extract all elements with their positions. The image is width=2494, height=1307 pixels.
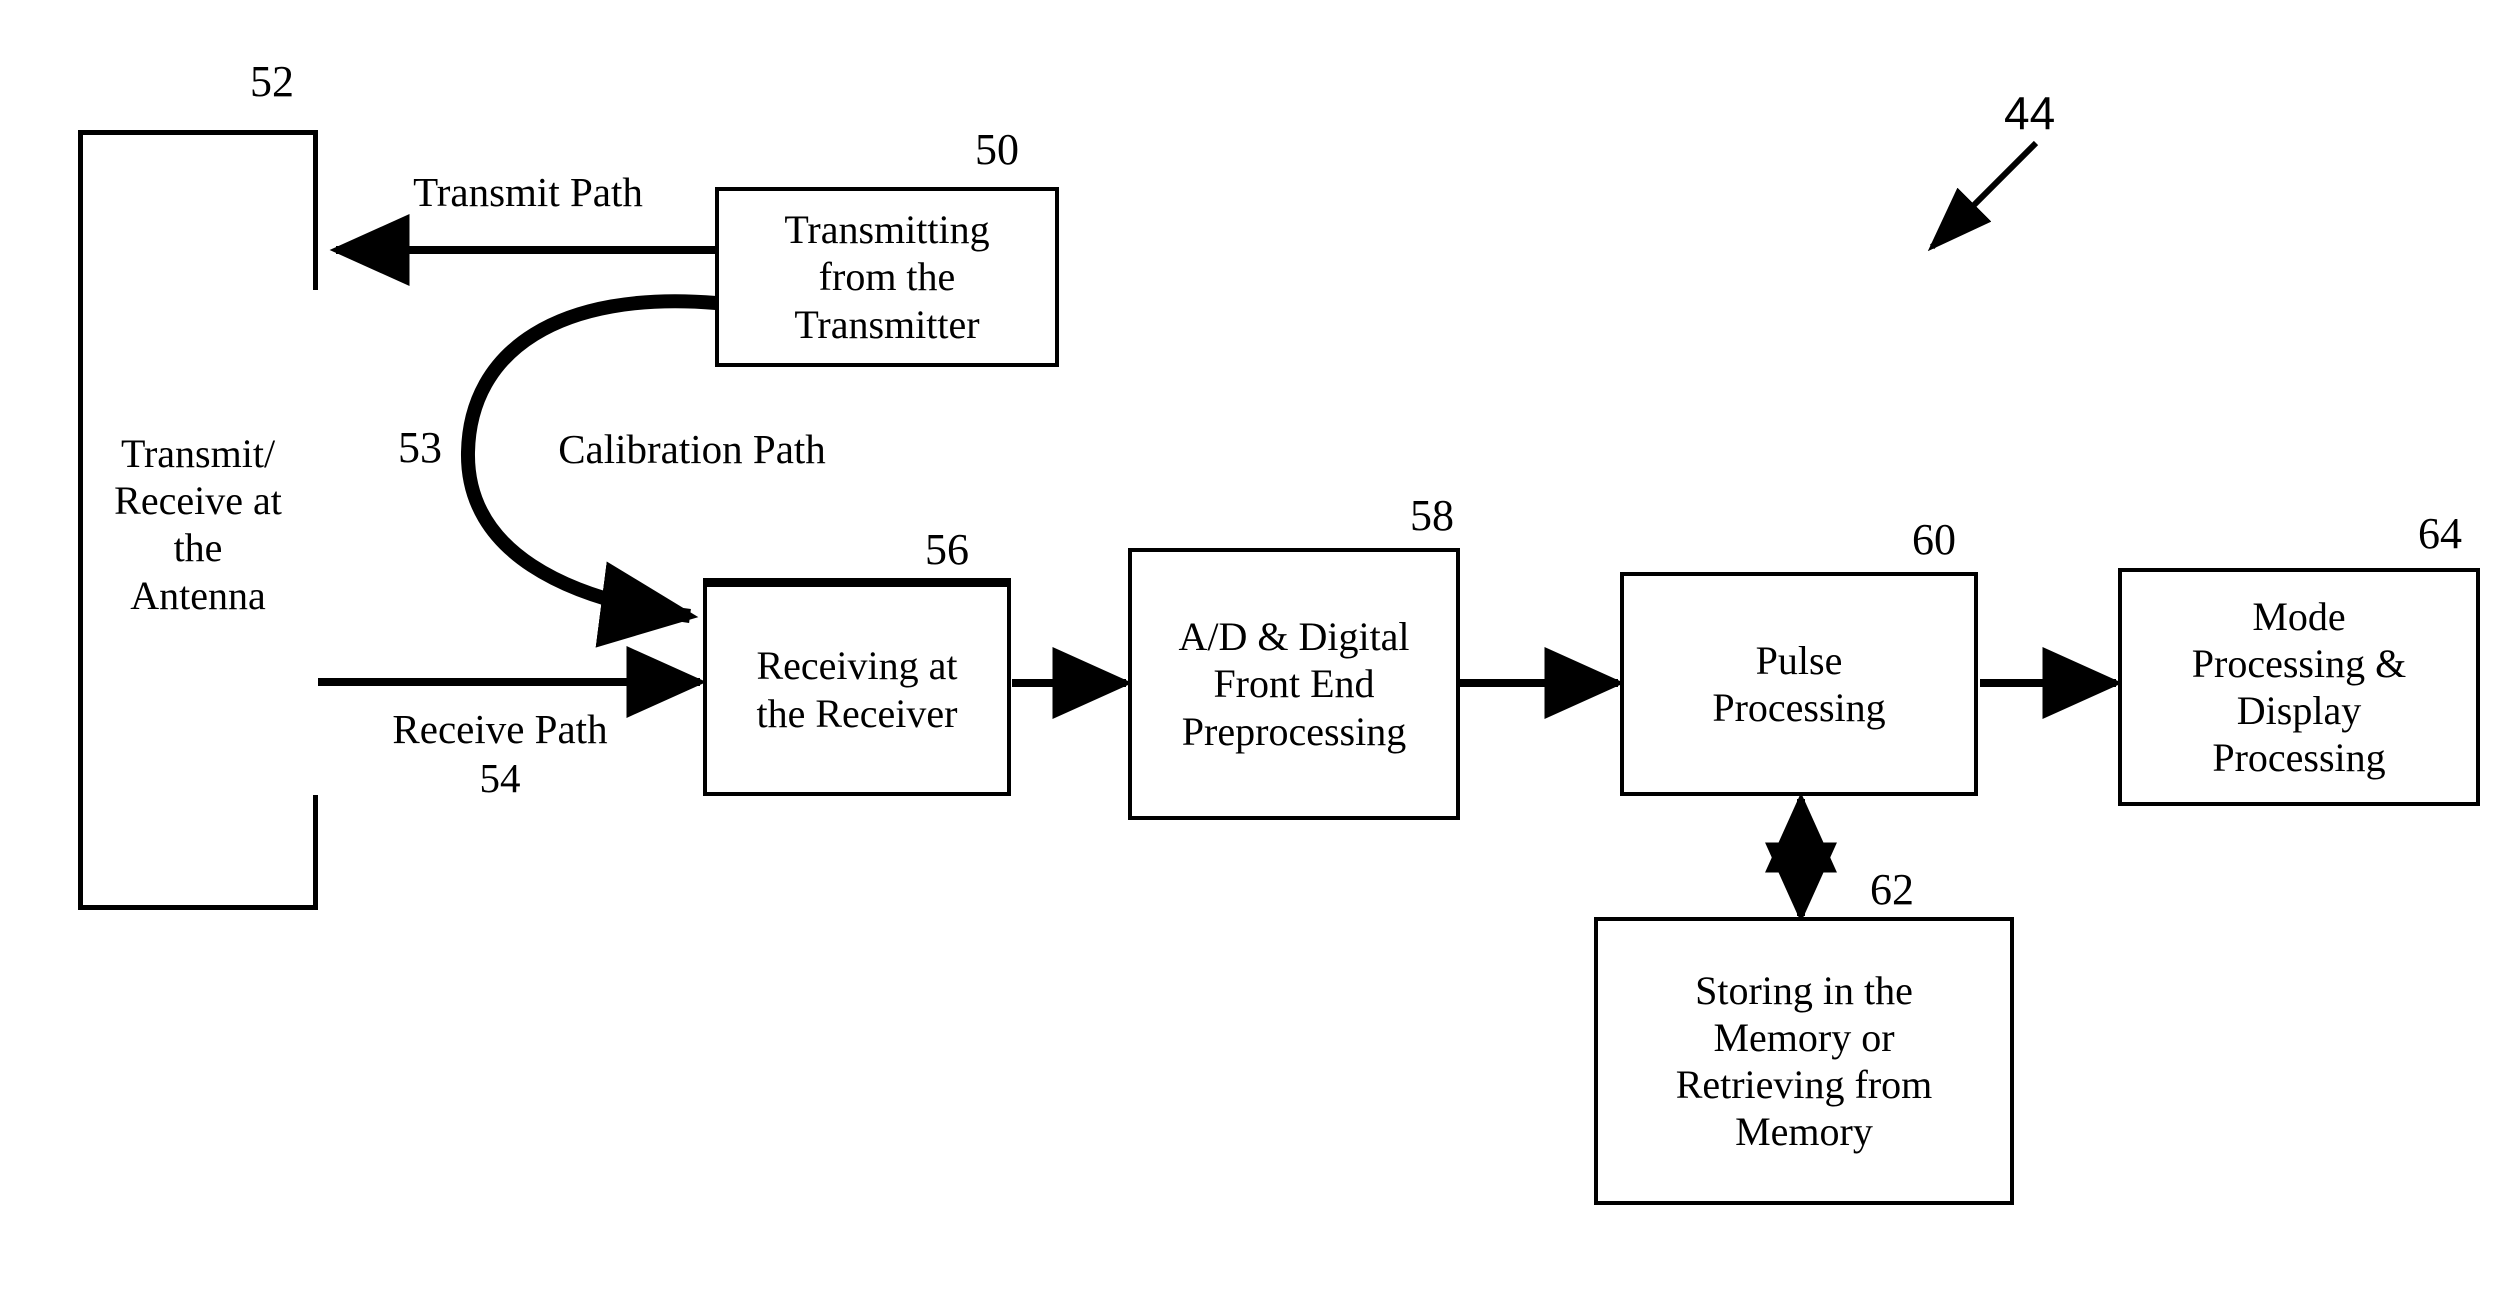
antenna-box-bottom-edge xyxy=(78,905,318,910)
node-adc[interactable]: A/D & Digital Front End Preprocessing xyxy=(1128,548,1460,820)
antenna-box-right-edge-upper xyxy=(313,130,318,290)
ref-number-53: 53 xyxy=(398,423,442,472)
node-adc-label: A/D & Digital Front End Preprocessing xyxy=(1178,614,1410,754)
receive-path-label: Receive Path 54 xyxy=(392,706,608,802)
ref-number-56: 56 xyxy=(925,525,969,574)
node-transmitter-label: Transmitting from the Transmitter xyxy=(784,207,990,347)
node-mode-processing-label: Mode Processing & Display Processing xyxy=(2191,593,2407,781)
transmit-path-label: Transmit Path xyxy=(413,169,643,215)
ref-number-62: 62 xyxy=(1870,865,1914,914)
node-receiver-label: Receiving at the Receiver xyxy=(756,643,958,736)
node-antenna-label: Transmit/ Receive at the Antenna xyxy=(114,431,282,618)
figure-canvas: Transmit/ Receive at the Antenna 52 Tran… xyxy=(0,0,2494,1307)
node-transmitter[interactable]: Transmitting from the Transmitter xyxy=(715,187,1059,367)
node-receiver[interactable]: Receiving at the Receiver xyxy=(703,578,1011,796)
antenna-box-right-edge-lower xyxy=(313,795,318,910)
ref-number-44: 44 xyxy=(2004,87,2056,139)
antenna-box-top-edge xyxy=(78,130,318,135)
ref-number-64: 64 xyxy=(2418,509,2462,558)
figure-ref-leader-arrow xyxy=(1927,140,2039,252)
ref-number-50: 50 xyxy=(975,125,1019,174)
node-memory-label: Storing in the Memory or Retrieving from… xyxy=(1675,967,1933,1155)
node-mode-processing[interactable]: Mode Processing & Display Processing xyxy=(2118,568,2480,806)
node-pulse-processing-label: Pulse Processing xyxy=(1712,637,1886,730)
node-memory[interactable]: Storing in the Memory or Retrieving from… xyxy=(1594,917,2014,1205)
ref-number-60: 60 xyxy=(1912,515,1956,564)
calibration-path-label: Calibration Path xyxy=(558,426,826,472)
ref-number-52: 52 xyxy=(250,57,294,106)
ref-number-58: 58 xyxy=(1410,491,1454,540)
node-pulse-processing[interactable]: Pulse Processing xyxy=(1620,572,1978,796)
